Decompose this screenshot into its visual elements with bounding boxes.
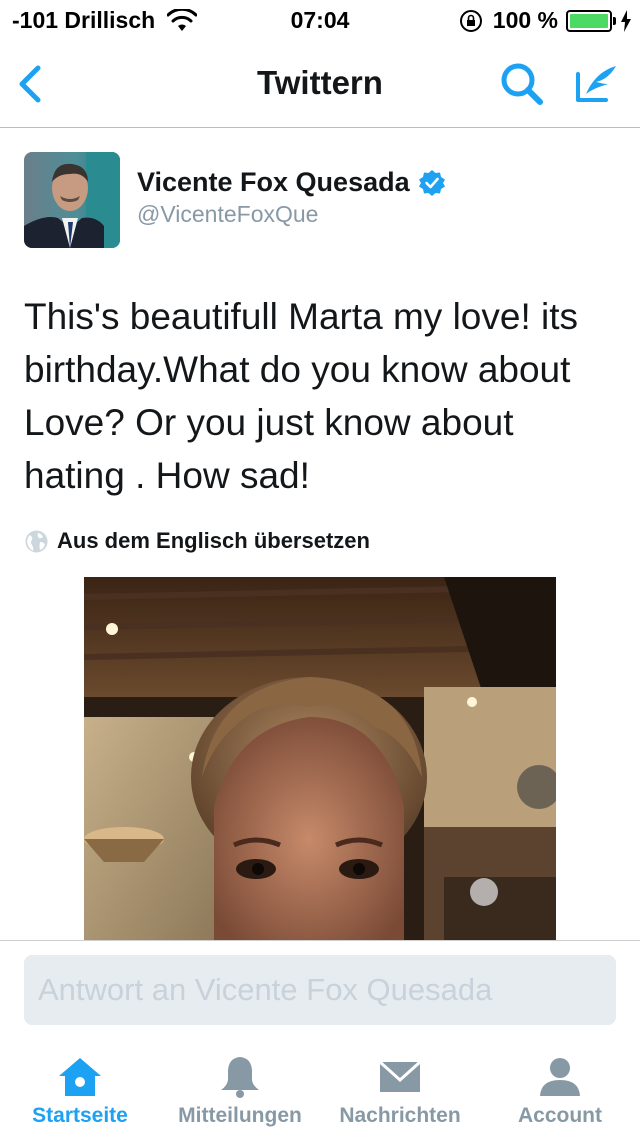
photo-image [84,577,556,940]
tab-account[interactable]: Account [480,1040,640,1136]
avatar-photo [24,152,120,248]
navigation-bar: Twittern [0,40,640,128]
envelope-icon [378,1060,422,1092]
author-name[interactable]: Vicente Fox Quesada [137,167,410,198]
status-bar: -101 Drillisch 07:04 100 % [0,0,640,40]
author-avatar[interactable] [24,152,120,248]
home-icon [59,1058,101,1096]
battery-fill [570,13,608,28]
tab-mitteilungen[interactable]: Mitteilungen [160,1040,320,1136]
globe-icon [25,530,48,552]
tab-nachrichten[interactable]: Nachrichten [320,1040,480,1136]
tab-label: Mitteilungen [178,1104,302,1127]
person-icon [540,1058,580,1096]
tab-label: Account [518,1104,602,1127]
reply-bar [0,940,640,1040]
tab-label: Startseite [32,1104,128,1127]
charging-bolt-icon [621,9,631,32]
translate-link[interactable]: Aus dem Englisch übersetzen [24,528,370,554]
compose-tweet-icon[interactable] [572,60,620,108]
author-name-row: Vicente Fox Quesada [137,167,446,198]
tweet-photo[interactable] [84,577,556,940]
tab-startseite[interactable]: Startseite [0,1040,160,1136]
verified-badge-icon [418,169,445,196]
bell-icon [221,1057,259,1098]
author-handle[interactable]: @VicenteFoxQue [137,201,318,228]
tab-label: Nachrichten [339,1104,461,1127]
tab-bar: Startseite Mitteilungen Nachrichten Acco… [0,1040,640,1136]
tweet-text: This's beautifull Marta my love! its bir… [24,296,579,496]
rotation-lock-icon [459,9,482,32]
battery-percent: 100 % [492,7,558,33]
search-icon[interactable] [498,60,546,108]
battery-icon [566,9,616,32]
translate-label: Aus dem Englisch übersetzen [57,528,370,553]
reply-input[interactable] [24,955,616,1025]
status-right-group: 100 % [459,7,632,34]
